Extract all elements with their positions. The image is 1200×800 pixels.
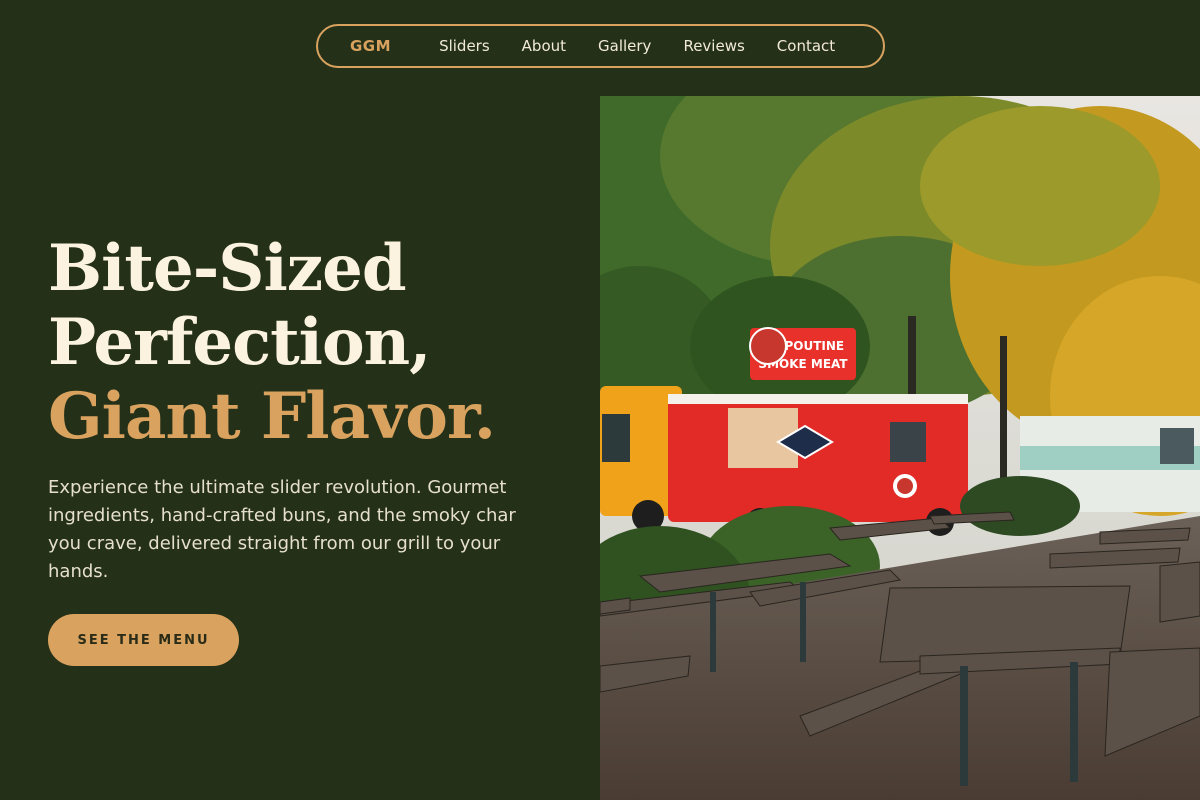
nav-link-about[interactable]: About [522,37,566,55]
hero-photo: #1 POUTINE SMOKE MEAT [600,96,1200,800]
food-truck-park-image: #1 POUTINE SMOKE MEAT [600,96,1200,800]
nav-link-sliders[interactable]: Sliders [439,37,490,55]
nav-link-reviews[interactable]: Reviews [683,37,744,55]
main-nav: GGM Sliders About Gallery Reviews Contac… [316,24,885,68]
hero-section: Bite-Sized Perfection, Giant Flavor. Exp… [48,232,588,586]
see-menu-button[interactable]: SEE THE MENU [48,614,239,666]
nav-link-contact[interactable]: Contact [777,37,835,55]
hero-headline: Bite-Sized Perfection, Giant Flavor. [48,232,588,454]
headline-line-1: Bite-Sized [48,231,407,306]
hero-subtext: Experience the ultimate slider revolutio… [48,477,516,582]
headline-line-2: Perfection, [48,305,431,380]
nav-link-gallery[interactable]: Gallery [598,37,651,55]
nav-links: Sliders About Gallery Reviews Contact [439,37,835,55]
landing-page: GGM Sliders About Gallery Reviews Contac… [0,0,1200,800]
headline-accent: Giant Flavor. [48,379,496,454]
brand-logo[interactable]: GGM [350,37,391,55]
